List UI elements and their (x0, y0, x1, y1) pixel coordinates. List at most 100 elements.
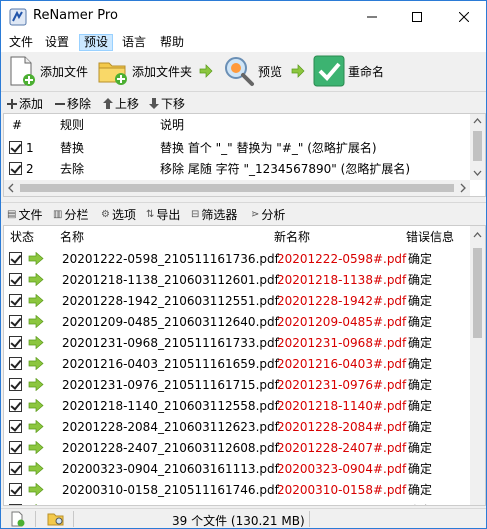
add-folder-label: 添加文件夹 (132, 64, 193, 79)
minimize-button[interactable] (349, 1, 394, 32)
options-icon: ⚙ (101, 209, 110, 220)
file-error-info: 确定 (408, 294, 433, 308)
file-checkbox[interactable] (9, 357, 22, 370)
menu-language[interactable]: 语言 (118, 34, 150, 51)
preview-button[interactable]: 预览 (223, 54, 282, 88)
green-arrow-icon (28, 378, 44, 391)
add-rule-button[interactable]: 添加 (7, 95, 43, 112)
export-menu-button[interactable]: ⇅ 导出 (146, 206, 180, 223)
menu-file[interactable]: 文件 (5, 34, 37, 51)
file-new-name: 20201228-2084#.pdf (277, 420, 407, 434)
file-row[interactable]: 20200310-0158_210511161746.pdf 20200310-0… (4, 480, 470, 500)
rules-header-num[interactable]: # (12, 114, 22, 136)
files-header-name[interactable]: 名称 (60, 226, 84, 248)
file-row[interactable]: 20201209-0485_210603112640.pdf 20201209-0… (4, 312, 470, 332)
add-files-button[interactable]: 添加文件 (7, 54, 88, 88)
analyze-menu-button[interactable]: ⋗ 分析 (251, 206, 285, 223)
analyze-menu-label: 分析 (261, 208, 286, 222)
file-checkbox[interactable] (9, 315, 22, 328)
file-row[interactable]: 20201222-0598_210511161736.pdf 20201222-0… (4, 249, 470, 269)
file-row[interactable]: 20201218-1138_210603112601.pdf 20201218-1… (4, 270, 470, 290)
file-checkbox[interactable] (9, 399, 22, 412)
rules-hscroll-thumb[interactable] (20, 184, 454, 192)
add-folder-button[interactable]: 添加文件夹 (97, 54, 192, 88)
rules-toolbar: 添加 移除 上移 下移 (1, 91, 486, 113)
file-row[interactable]: 20201228-1942_210603112551.pdf 20201228-1… (4, 291, 470, 311)
arrow-right-icon (291, 64, 305, 78)
folder-search-status-icon[interactable] (47, 511, 65, 527)
rules-scroll-thumb[interactable] (473, 131, 482, 161)
file-name: 20201228-2084_210603112623.pdf (62, 420, 279, 434)
rename-label: 重命名 (348, 64, 385, 79)
file-name: 20201218-1140_210603112558.pdf (62, 399, 279, 413)
file-error-info: 确定 (408, 399, 433, 413)
file-row[interactable]: 20200323-0904_210603161113.pdf 20200323-0… (4, 459, 470, 479)
rule-row[interactable]: 2 去除 移除 尾随 字符 "_1234567890" (忽略扩展名) (4, 159, 470, 179)
file-checkbox[interactable] (9, 294, 22, 307)
add-folder-icon (98, 62, 127, 85)
file-checkbox[interactable] (9, 273, 22, 286)
rules-header-rule[interactable]: 规则 (60, 114, 84, 136)
file-name: 20201231-0976_210511161715.pdf (62, 378, 279, 392)
file-row[interactable]: 20201231-0968_210511161733.pdf 20201231-0… (4, 333, 470, 353)
file-new-name: 20201222-0598#.pdf (277, 252, 407, 266)
file-new-name: 20200220-0030#.pdf (277, 501, 406, 505)
green-arrow-icon (35, 504, 38, 505)
rename-button[interactable]: 重命名 (313, 54, 384, 88)
file-name: 20200323-0904_210603161113.pdf (62, 462, 279, 476)
file-row[interactable]: 20201231-0976_210511161715.pdf 20201231-0… (4, 375, 470, 395)
maximize-icon (411, 11, 422, 22)
rules-horizontal-scrollbar[interactable] (4, 180, 470, 196)
rule-checkbox[interactable] (9, 141, 22, 154)
remove-rule-button[interactable]: 移除 (55, 95, 91, 112)
files-menu-button[interactable]: ▤ 文件 (7, 206, 42, 223)
menu-settings[interactable]: 设置 (41, 34, 73, 51)
files-vertical-scrollbar[interactable] (470, 226, 485, 505)
rule-desc: 移除 尾随 字符 "_1234567890" (忽略扩展名) (160, 162, 411, 176)
menu-help[interactable]: 帮助 (156, 34, 188, 51)
add-file-icon (10, 56, 35, 86)
file-row[interactable]: 20201216-0403_210511161659.pdf 20201216-0… (4, 354, 470, 374)
green-arrow-icon (28, 336, 44, 349)
file-row[interactable]: 20201218-1140_210603112558.pdf 20201218-1… (4, 396, 470, 416)
columns-menu-button[interactable]: ▥ 分栏 (53, 206, 88, 223)
options-menu-button[interactable]: ⚙ 选项 (101, 206, 136, 223)
green-arrow-icon (28, 315, 44, 328)
maximize-button[interactable] (394, 1, 439, 32)
export-menu-label: 导出 (156, 208, 181, 222)
file-row[interactable]: 20200220-0030_210511161712.pdf20200220-0… (4, 501, 470, 505)
file-checkbox[interactable] (9, 462, 22, 475)
arrow-down-icon (149, 98, 159, 109)
move-up-button[interactable]: 上移 (103, 95, 139, 112)
rules-header-desc[interactable]: 说明 (160, 114, 184, 136)
file-checkbox[interactable] (9, 483, 22, 496)
filter-menu-button[interactable]: ⊟ 筛选器 (191, 206, 237, 223)
file-checkbox[interactable] (9, 504, 22, 505)
green-arrow-icon (28, 252, 44, 265)
files-header-error[interactable]: 错误信息 (406, 226, 454, 248)
file-checkbox[interactable] (9, 252, 22, 265)
rule-checkbox[interactable] (9, 162, 22, 175)
file-error-info: 确定 (408, 441, 433, 455)
rules-vertical-scrollbar[interactable] (470, 114, 485, 180)
file-checkbox[interactable] (9, 336, 22, 349)
file-checkbox[interactable] (9, 441, 22, 454)
files-header-status[interactable]: 状态 (10, 226, 34, 248)
minimize-icon (366, 16, 377, 17)
files-scroll-thumb[interactable] (473, 248, 482, 338)
menu-presets[interactable]: 预设 (79, 34, 114, 51)
file-checkbox[interactable] (9, 420, 22, 433)
move-down-label: 下移 (161, 97, 186, 111)
add-file-status-icon[interactable] (9, 511, 25, 527)
file-error-info: 确定 (408, 501, 432, 505)
move-down-button[interactable]: 下移 (149, 95, 185, 112)
rule-row[interactable]: 1 替换 替换 首个 "_" 替换为 "#_" (忽略扩展名) (4, 138, 470, 158)
app-icon (9, 8, 27, 26)
title-bar: ReNamer Pro (1, 1, 486, 32)
file-row[interactable]: 20201228-2407_210603112608.pdf 20201228-2… (4, 438, 470, 458)
files-header-new-name[interactable]: 新名称 (274, 226, 310, 248)
file-checkbox[interactable] (9, 378, 22, 391)
file-row[interactable]: 20201228-2084_210603112623.pdf 20201228-2… (4, 417, 470, 437)
close-button[interactable] (441, 1, 486, 32)
green-arrow-icon (28, 420, 44, 433)
